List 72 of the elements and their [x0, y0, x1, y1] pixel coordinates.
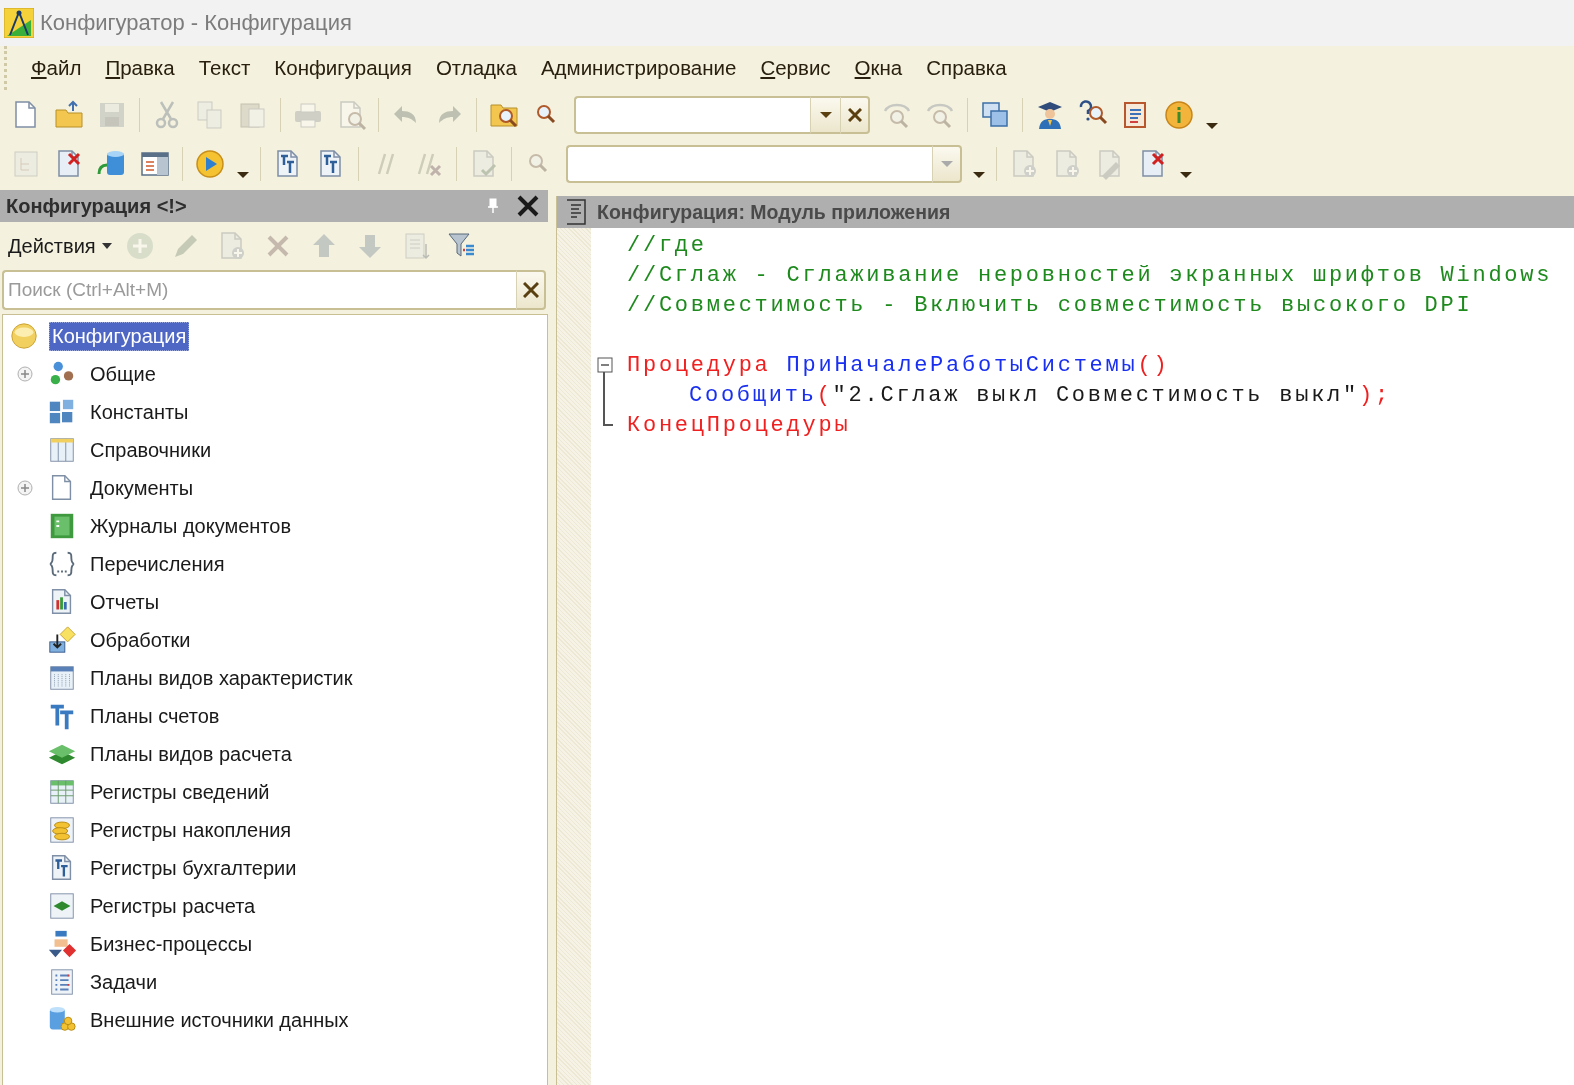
tree-item[interactable]: Журналы документов	[87, 511, 295, 541]
folder-arrow-icon	[53, 98, 85, 131]
tree-item[interactable]: Задачи	[87, 967, 161, 997]
info-icon	[1163, 98, 1195, 131]
menu-item[interactable]: Текст	[186, 52, 263, 84]
dropdown-button[interactable]	[810, 95, 840, 134]
caret-icon	[973, 171, 985, 178]
play-icon	[194, 147, 226, 180]
code-line: //Совместимость - Включить совместимость высокого DPI	[627, 292, 1473, 318]
app-logo-icon	[4, 8, 34, 38]
menu-item[interactable]: Конфигурация	[262, 52, 424, 84]
actions-menu-button[interactable]: Действия	[6, 232, 114, 260]
caret-icon	[940, 160, 953, 167]
caret-icon	[819, 111, 832, 118]
tree-item[interactable]: Регистры накопления	[87, 815, 295, 845]
tree-item[interactable]: Справочники	[87, 435, 215, 465]
clear-icon	[522, 282, 539, 298]
tree-item[interactable]: Планы видов характеристик	[87, 663, 356, 693]
pin-icon[interactable]	[486, 198, 500, 214]
menu-item[interactable]: Справка	[914, 52, 1019, 84]
fold-end-line	[603, 410, 613, 426]
caret-icon	[1180, 171, 1192, 178]
caret-icon	[237, 171, 249, 178]
columns-icon	[47, 435, 77, 465]
code-line: КонецПроцедуры	[627, 412, 851, 438]
tree-item[interactable]: Константы	[87, 397, 192, 427]
tree-item[interactable]: Конфигурация	[49, 321, 190, 351]
clear-icon	[847, 107, 862, 122]
tree-item[interactable]: Внешние источники данных	[87, 1005, 352, 1035]
fold-line	[603, 380, 605, 410]
sphere-icon	[9, 321, 39, 351]
layer-page-icon	[47, 891, 77, 921]
tree-item[interactable]: Бизнес-процессы	[87, 929, 256, 959]
combo-field[interactable]	[574, 95, 810, 134]
expand-icon[interactable]	[17, 366, 33, 382]
tree-item[interactable]: Перечисления	[87, 549, 228, 579]
braces-icon	[47, 549, 77, 579]
tree-item[interactable]: Обработки	[87, 625, 194, 655]
tree-item[interactable]: Общие	[87, 359, 159, 389]
menu-item[interactable]: Сервис	[748, 52, 843, 84]
menu-item[interactable]: Файл	[19, 52, 94, 84]
code-line: Сообщить("2.Сглаж выкл Совместимость выкл");	[689, 382, 1391, 408]
combo-field[interactable]	[566, 144, 932, 183]
menu-item[interactable]: Правка	[93, 52, 187, 84]
clear-button[interactable]	[840, 95, 870, 134]
menu-item[interactable]: Администрирование	[528, 52, 749, 84]
caret-icon	[1206, 122, 1218, 129]
coins-icon	[47, 815, 77, 845]
menu-item[interactable]: Отладка	[423, 52, 529, 84]
code-line: //Сглаж - Сглаживание неровностей экранных шрифтов Windows	[627, 262, 1553, 288]
editor-tab-title: Конфигурация: Модуль приложения	[597, 200, 951, 224]
fold-collapse-icon[interactable]	[597, 357, 613, 380]
caret-icon	[101, 243, 112, 249]
window-title: Конфигуратор - Конфигурация	[40, 10, 352, 36]
tree-item[interactable]: Планы счетов	[87, 701, 223, 731]
tree-item[interactable]: Планы видов расчета	[87, 739, 295, 769]
tree-item[interactable]: Регистры бухгалтерии	[87, 853, 300, 883]
tree-item[interactable]: Документы	[87, 473, 197, 503]
panel-title: Конфигурация <!>	[6, 194, 188, 218]
tree-item[interactable]: Регистры сведений	[87, 777, 273, 807]
clear-button[interactable]	[516, 270, 546, 310]
grid-icon	[47, 663, 77, 693]
expand-icon[interactable]	[17, 480, 33, 496]
search-field[interactable]: Поиск (Ctrl+Alt+M)	[2, 270, 516, 310]
table-grid-icon	[47, 777, 77, 807]
tray-diamond-icon	[47, 625, 77, 655]
menu-item[interactable]: Окна	[842, 52, 915, 84]
code-line: Процедура ПриНачалеРаботыСистемы()	[627, 352, 1170, 378]
tree-item[interactable]: Регистры расчета	[87, 891, 259, 921]
code-line: //где	[627, 232, 707, 258]
flow-icon	[47, 929, 77, 959]
tree-item[interactable]: Отчеты	[87, 587, 163, 617]
